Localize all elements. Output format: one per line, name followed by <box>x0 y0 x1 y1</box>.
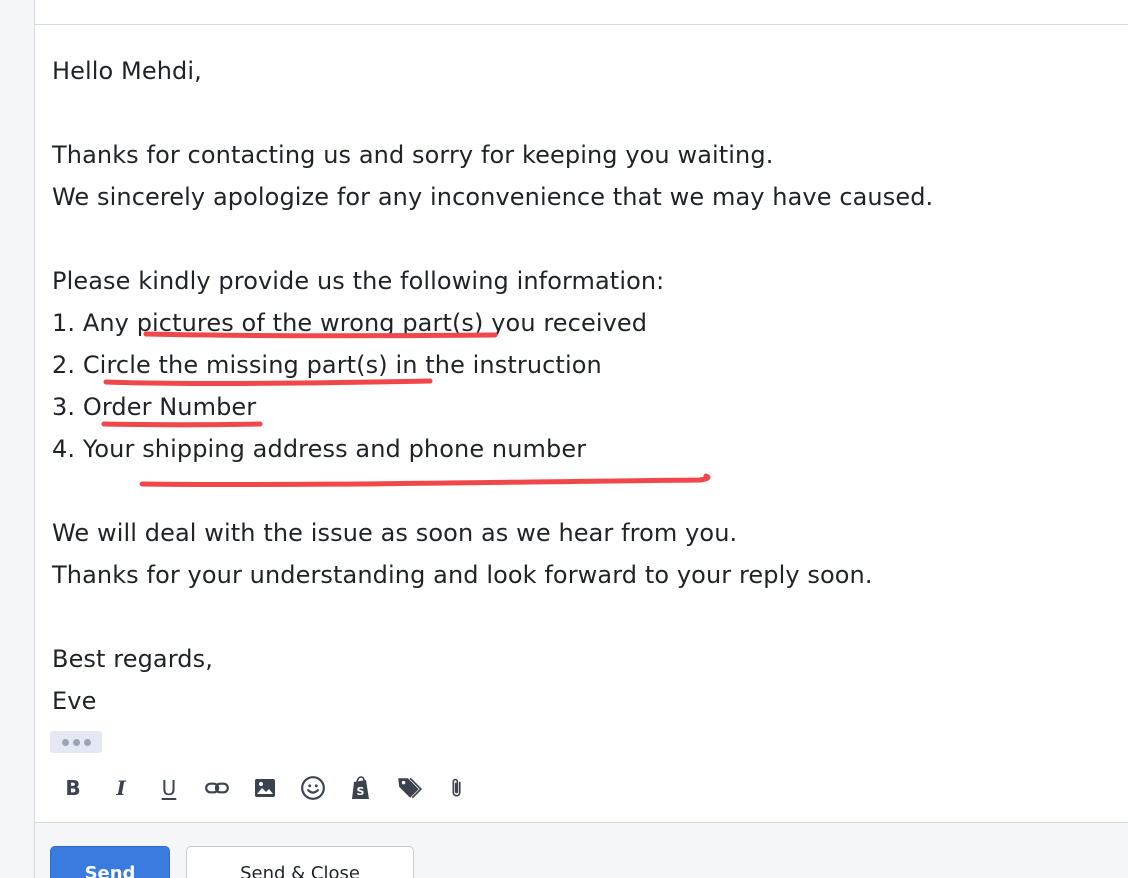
list-item: 1. Any pictures of the wrong part(s) you… <box>52 309 648 337</box>
italic-button[interactable]: I <box>102 769 140 807</box>
send-button[interactable]: Send <box>50 846 170 878</box>
left-gutter <box>0 0 35 878</box>
link-icon <box>205 782 229 794</box>
greeting-line: Hello Mehdi, <box>52 57 202 85</box>
insert-tag-button[interactable] <box>390 769 428 807</box>
body-line: We will deal with the issue as soon as w… <box>52 519 738 547</box>
formatting-toolbar: B I U S <box>52 768 486 808</box>
message-body[interactable]: Hello Mehdi, Thanks for contacting us an… <box>52 50 1112 722</box>
emoji-icon <box>301 776 325 800</box>
list-item: 3. Order Number <box>52 393 257 421</box>
signature-line: Eve <box>52 687 97 715</box>
ellipsis-dot <box>61 738 69 746</box>
attachment-icon <box>452 778 461 797</box>
attach-file-button[interactable] <box>438 769 476 807</box>
insert-link-button[interactable] <box>198 769 236 807</box>
shopify-icon: S <box>352 776 369 799</box>
composer-header-strip <box>35 0 1128 25</box>
body-line: We sincerely apologize for any inconveni… <box>52 183 934 211</box>
shopify-button[interactable]: S <box>342 769 380 807</box>
image-icon <box>255 779 275 797</box>
list-intro-line: Please kindly provide us the following i… <box>52 267 665 295</box>
svg-text:S: S <box>357 785 365 798</box>
insert-emoji-button[interactable] <box>294 769 332 807</box>
ellipsis-dot <box>72 738 80 746</box>
show-trimmed-content-button[interactable] <box>50 731 102 753</box>
bold-button[interactable]: B <box>54 769 92 807</box>
body-line: Thanks for contacting us and sorry for k… <box>52 141 774 169</box>
ellipsis-dot <box>83 738 91 746</box>
insert-image-button[interactable] <box>246 769 284 807</box>
list-item: 2. Circle the missing part(s) in the ins… <box>52 351 602 379</box>
underline-button[interactable]: U <box>150 769 188 807</box>
body-line: Thanks for your understanding and look f… <box>52 561 873 589</box>
list-item: 4. Your shipping address and phone numbe… <box>52 435 587 463</box>
signoff-line: Best regards, <box>52 645 213 673</box>
tag-icon <box>398 777 422 799</box>
send-and-close-button[interactable]: Send & Close <box>186 846 414 878</box>
email-reply-composer: Hello Mehdi, Thanks for contacting us an… <box>0 0 1128 878</box>
